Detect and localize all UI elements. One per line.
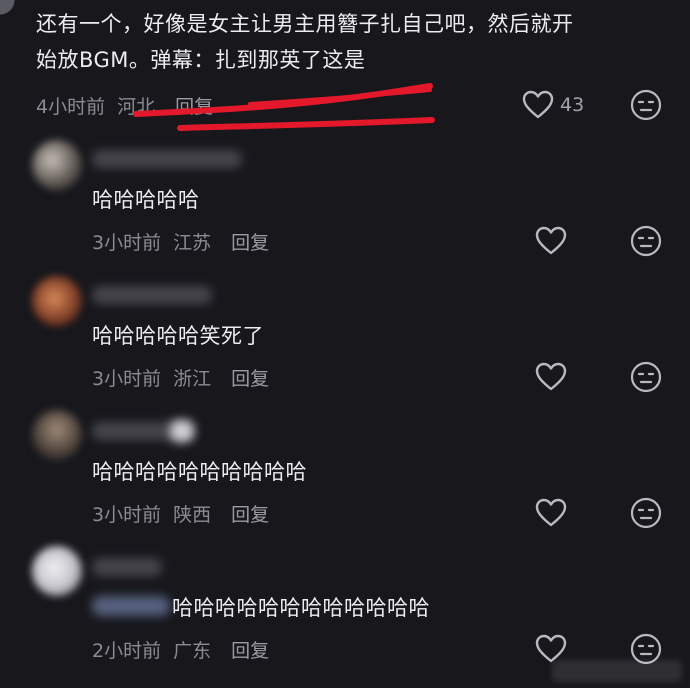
like-count: 43 [560, 94, 585, 116]
comment-meta: 3小时前 浙江 回复 [92, 364, 269, 391]
heart-outline-icon [535, 362, 567, 392]
comment-time: 2小时前 [92, 640, 162, 662]
previous-avatar-edge [0, 0, 30, 30]
comment-text: 哈哈哈哈哈哈哈哈哈哈 [92, 460, 307, 484]
reply-button[interactable]: 回复 [231, 500, 269, 527]
comment-text: 哈哈哈哈哈笑死了 [92, 324, 264, 348]
watermark-blurred [552, 660, 682, 682]
comment-time: 3小时前 [92, 368, 162, 390]
reaction-button[interactable] [630, 497, 662, 529]
comment-location: 陕西 [173, 504, 212, 526]
comment-time: 3小时前 [92, 232, 162, 254]
like-button[interactable] [535, 226, 567, 256]
comment-text: 哈哈哈哈哈哈哈哈哈哈哈哈 [172, 596, 430, 620]
like-button[interactable]: 43 [522, 90, 584, 120]
neutral-face-icon [630, 225, 662, 257]
comment-location: 江苏 [173, 232, 212, 254]
neutral-face-icon [630, 89, 662, 121]
heart-outline-icon [535, 498, 567, 528]
avatar[interactable] [32, 276, 82, 326]
comment-meta: 4小时前 河北 回复 [36, 92, 213, 119]
reply-button[interactable]: 回复 [231, 228, 269, 255]
username-badge-blurred [170, 420, 194, 442]
username-blurred[interactable] [92, 286, 212, 304]
neutral-face-icon [630, 361, 662, 393]
avatar[interactable] [32, 140, 82, 190]
comment-location: 河北 [117, 96, 156, 118]
comment-text-line: 始放BGM。弹幕：扎到那英了这是 [36, 48, 366, 72]
comment-meta: 2小时前 广东 回复 [92, 636, 269, 663]
comment-text-line: 还有一个，好像是女主让男主用簪子扎自己吧，然后就开 [36, 12, 574, 36]
comment-location: 浙江 [173, 368, 212, 390]
username-blurred[interactable] [92, 150, 242, 168]
comment-time: 3小时前 [92, 504, 162, 526]
username-blurred[interactable] [92, 558, 162, 576]
comment-location: 广东 [173, 640, 212, 662]
comment-meta: 3小时前 陕西 回复 [92, 500, 269, 527]
comment-text: 还有一个，好像是女主让男主用簪子扎自己吧，然后就开 始放BGM。弹幕：扎到那英了… [36, 6, 574, 78]
avatar[interactable] [32, 410, 82, 460]
reply-button[interactable]: 回复 [231, 364, 269, 391]
reply-button[interactable]: 回复 [175, 92, 213, 119]
mention-blurred[interactable] [92, 596, 170, 616]
like-button[interactable] [535, 362, 567, 392]
heart-outline-icon [535, 226, 567, 256]
heart-outline-icon [522, 90, 554, 120]
avatar[interactable] [32, 546, 82, 596]
neutral-face-icon [630, 497, 662, 529]
like-button[interactable] [535, 498, 567, 528]
comment-time: 4小时前 [36, 96, 106, 118]
reaction-button[interactable] [630, 361, 662, 393]
comment-text: 哈哈哈哈哈 [92, 188, 200, 212]
reaction-button[interactable] [630, 225, 662, 257]
comment-meta: 3小时前 江苏 回复 [92, 228, 269, 255]
reaction-button[interactable] [630, 89, 662, 121]
reply-button[interactable]: 回复 [231, 636, 269, 663]
